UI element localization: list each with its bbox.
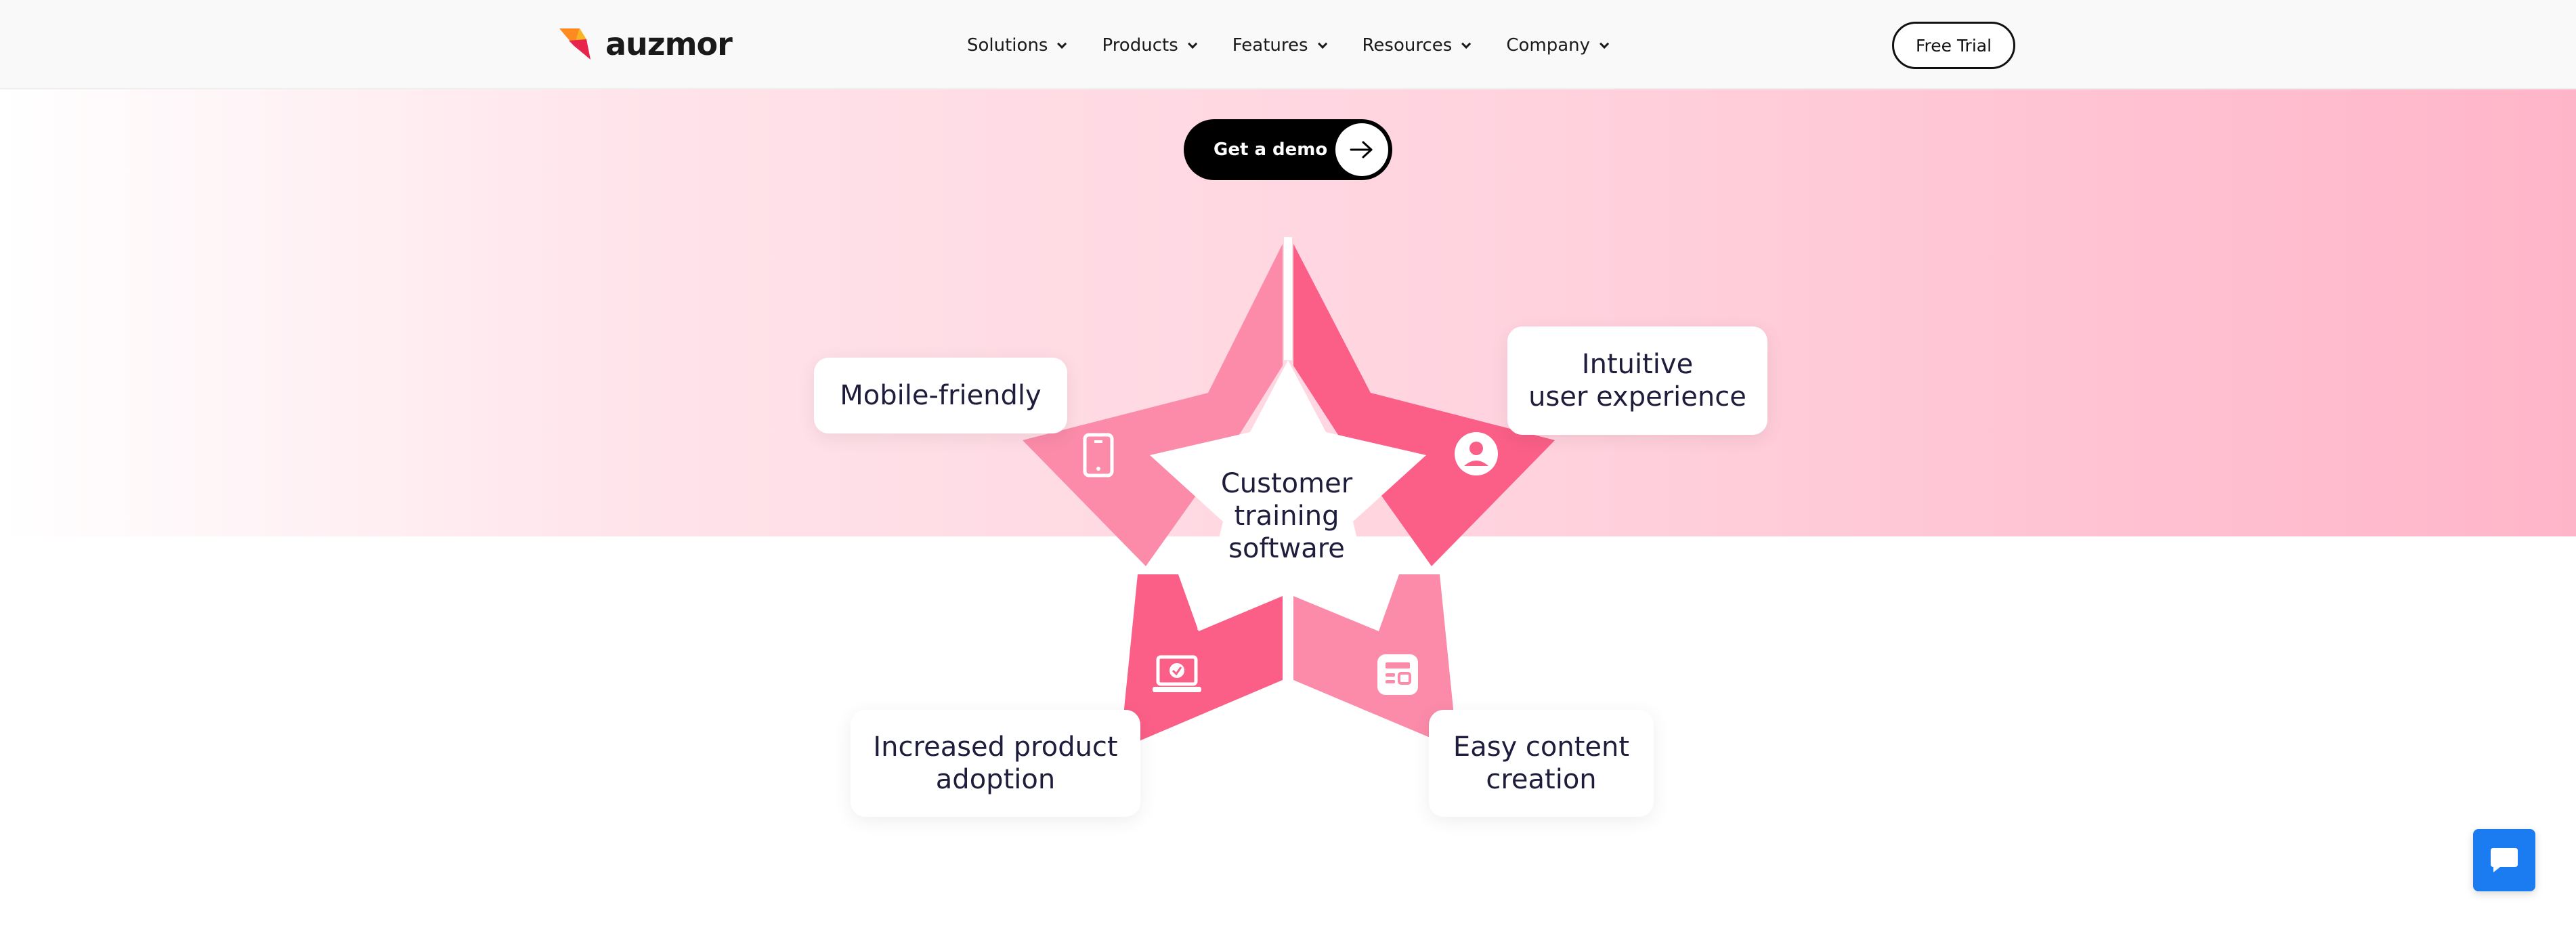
chevron-down-icon	[1461, 39, 1472, 49]
nav-products[interactable]: Products	[1102, 35, 1197, 56]
user-icon	[1455, 432, 1498, 475]
center-line: software	[1228, 533, 1345, 564]
nav-solutions[interactable]: Solutions	[967, 35, 1067, 56]
feature-card-label: adoption	[935, 764, 1056, 795]
feature-card-mobile-friendly: Mobile-friendly	[814, 358, 1067, 433]
diagram-center-label: Customer training software	[1192, 467, 1381, 565]
feature-card-product-adoption: Increased product adoption	[851, 710, 1140, 817]
auzmor-logo[interactable]: auzmor	[559, 26, 733, 62]
chat-bubble-icon	[2491, 848, 2518, 872]
feature-card-label: creation	[1486, 764, 1597, 795]
center-line: Customer	[1220, 468, 1353, 499]
chat-launcher-button[interactable]	[2473, 829, 2535, 891]
nav-features[interactable]: Features	[1232, 35, 1327, 56]
auzmor-logo-mark-icon	[559, 28, 591, 60]
center-line: training	[1234, 501, 1339, 532]
content-layout-icon	[1377, 654, 1418, 695]
feature-card-label: user experience	[1528, 381, 1746, 412]
chevron-down-icon	[1600, 39, 1610, 49]
nav-resources[interactable]: Resources	[1362, 35, 1472, 56]
nav-features-label: Features	[1232, 35, 1308, 56]
feature-card-user-experience: Intuitive user experience	[1507, 326, 1767, 435]
chevron-down-icon	[1057, 39, 1067, 49]
chevron-down-icon	[1317, 39, 1327, 49]
feature-card-label: Mobile-friendly	[840, 380, 1042, 411]
main-nav: Solutions Products Features Resources Co…	[967, 35, 1644, 56]
feature-card-label: Increased product	[873, 731, 1118, 763]
feature-card-content-creation: Easy content creation	[1429, 710, 1654, 817]
feature-card-label: Easy content	[1453, 731, 1630, 763]
nav-products-label: Products	[1102, 35, 1178, 56]
site-header: auzmor Solutions Products Features Resou…	[0, 0, 2576, 89]
star-segment-bottom-left	[1120, 574, 1283, 749]
feature-card-label: Intuitive	[1581, 349, 1694, 380]
nav-solutions-label: Solutions	[967, 35, 1048, 56]
logo-text: auzmor	[605, 26, 733, 62]
free-trial-button[interactable]: Free Trial	[1892, 22, 2015, 69]
nav-company[interactable]: Company	[1506, 35, 1610, 56]
chevron-down-icon	[1187, 39, 1197, 49]
nav-resources-label: Resources	[1362, 35, 1453, 56]
nav-company-label: Company	[1506, 35, 1591, 56]
